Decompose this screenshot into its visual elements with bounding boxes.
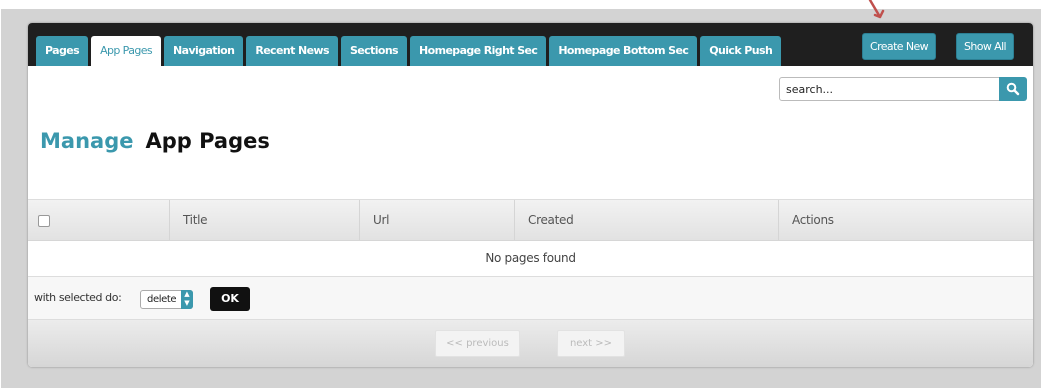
select-arrows-icon: ▲ ▼ — [181, 290, 193, 309]
column-header-title[interactable]: Title — [183, 200, 208, 240]
pagination-bar: << previous next >> — [28, 320, 1033, 367]
tab-app-pages[interactable]: App Pages — [91, 36, 162, 66]
tab-homepage-right-sec[interactable]: Homepage Right Sec — [410, 36, 547, 66]
column-divider — [514, 200, 515, 240]
search-button[interactable] — [999, 77, 1027, 101]
bulk-actions-label: with selected do: — [34, 291, 122, 304]
table-header: Title Url Created Actions — [28, 199, 1033, 241]
bulk-actions-bar: with selected do: delete ▲ ▼ OK — [28, 277, 1033, 320]
page-title-main: App Pages — [145, 129, 270, 153]
column-header-actions: Actions — [792, 213, 834, 227]
create-new-button[interactable]: Create New — [862, 33, 937, 60]
search-box — [779, 77, 1027, 103]
tab-quick-push[interactable]: Quick Push — [700, 36, 782, 66]
tab-navigation[interactable]: Navigation — [164, 36, 244, 66]
page-title-prefix: Manage — [40, 129, 134, 153]
content-panel: Pages App Pages Navigation Recent News S… — [28, 23, 1033, 367]
column-divider — [778, 200, 779, 240]
ok-button[interactable]: OK — [210, 287, 250, 311]
top-nav-bar: Pages App Pages Navigation Recent News S… — [28, 23, 1033, 66]
tab-bar: Pages App Pages Navigation Recent News S… — [36, 36, 782, 66]
column-header-created[interactable]: Created — [528, 200, 574, 240]
search-input[interactable] — [779, 77, 1001, 101]
annotation-arrow-icon — [868, 0, 885, 19]
column-divider — [169, 200, 170, 240]
previous-page-button[interactable]: << previous — [435, 330, 520, 357]
page-title: Manage App Pages — [40, 129, 270, 153]
tab-recent-news[interactable]: Recent News — [246, 36, 338, 66]
tab-homepage-bottom-sec[interactable]: Homepage Bottom Sec — [549, 36, 698, 66]
show-all-button[interactable]: Show All — [956, 33, 1015, 60]
column-header-url[interactable]: Url — [373, 200, 389, 240]
bulk-action-selected-value: delete — [147, 294, 177, 305]
select-all-checkbox[interactable] — [38, 215, 50, 227]
search-icon — [1006, 82, 1020, 96]
empty-table-message: No pages found — [28, 241, 1033, 277]
bulk-action-select[interactable]: delete ▲ ▼ — [140, 290, 193, 309]
tab-sections[interactable]: Sections — [340, 36, 408, 66]
tab-pages[interactable]: Pages — [36, 36, 89, 66]
next-page-button[interactable]: next >> — [557, 330, 625, 357]
column-divider — [359, 200, 360, 240]
